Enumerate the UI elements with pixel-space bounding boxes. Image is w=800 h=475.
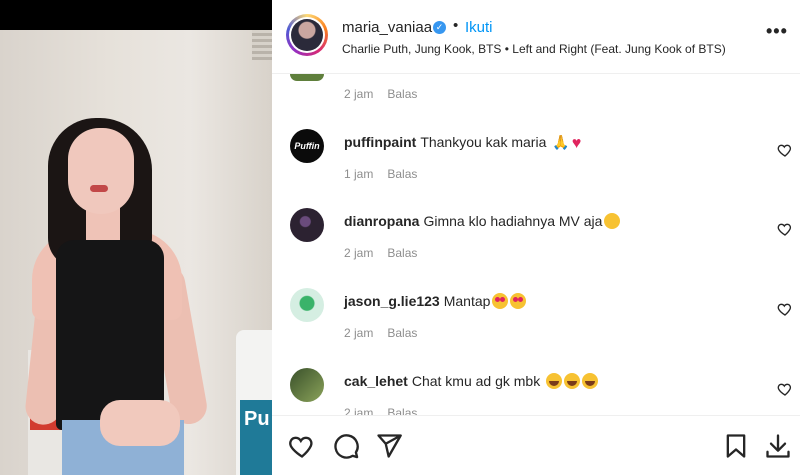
comment-list[interactable]: 2 jam Balas Puffin puffinpaint Thankyou ka…	[272, 74, 800, 415]
comment-body: jason_g.lie123 Mantap	[344, 293, 527, 309]
more-options-icon[interactable]: •••	[766, 22, 788, 40]
like-comment-heart-icon[interactable]	[777, 221, 793, 237]
reply-button[interactable]: Balas	[387, 87, 417, 101]
comment-text: Gimna klo hadiahnya MV aja	[423, 213, 603, 229]
comment-time: 2 jam	[344, 406, 374, 415]
share-icon[interactable]	[375, 432, 403, 460]
comment-avatar[interactable]	[290, 208, 324, 242]
comment-meta: 1 jam Balas	[344, 167, 417, 181]
reply-button[interactable]: Balas	[387, 246, 417, 260]
comment-meta: 2 jam Balas	[344, 326, 417, 340]
header-separator: •	[453, 17, 459, 34]
action-bar	[272, 415, 800, 475]
comment-username[interactable]: cak_lehet	[344, 373, 408, 389]
reply-button[interactable]: Balas	[387, 406, 417, 415]
person-face	[68, 128, 134, 214]
comment-row: jason_g.lie123 Mantap 2 jam Balas	[272, 288, 800, 368]
laughing-emoji-icon	[546, 373, 563, 389]
audio-info[interactable]: Charlie Puth, Jung Kook, BTS • Left and …	[342, 42, 726, 56]
comment-time: 1 jam	[344, 167, 374, 181]
comment-username[interactable]: dianropana	[344, 213, 419, 229]
reply-button[interactable]: Balas	[387, 167, 417, 181]
comment-avatar[interactable]: Puffin	[290, 129, 324, 163]
verified-badge-icon: ✓	[433, 21, 446, 34]
comment-text: Chat kmu ad gk mbk	[411, 373, 541, 389]
laughing-emoji-icon	[582, 373, 599, 389]
comment-text: Thankyou kak maria	[420, 134, 547, 150]
like-comment-heart-icon[interactable]	[777, 381, 793, 397]
smiling-face-emoji-icon	[604, 213, 621, 229]
comment-time: 2 jam	[344, 87, 374, 101]
comment-icon[interactable]	[332, 432, 360, 460]
comment-username[interactable]: jason_g.lie123	[344, 293, 440, 309]
comment-body: cak_lehet Chat kmu ad gk mbk	[344, 373, 599, 389]
pray-emoji-icon: 🙏	[552, 134, 570, 150]
comment-time: 2 jam	[344, 246, 374, 260]
heart-eyes-emoji-icon	[510, 293, 527, 309]
comment-row: dianropana Gimna klo hadiahnya MV aja 2 j…	[272, 208, 800, 288]
comment-meta: 2 jam Balas	[344, 246, 417, 260]
bookmark-icon[interactable]	[722, 432, 750, 460]
comment-avatar[interactable]	[290, 288, 324, 322]
post-header: maria_vaniaa ✓ • Ikuti Charlie Puth, Jun…	[272, 0, 800, 74]
person-lips	[90, 185, 108, 192]
post-username[interactable]: maria_vaniaa	[342, 19, 432, 36]
person-hands	[100, 400, 180, 446]
paint-bucket-text: Pu	[244, 408, 270, 430]
comment-avatar[interactable]	[290, 368, 324, 402]
download-icon[interactable]	[764, 432, 792, 460]
red-heart-emoji-icon: ♥	[571, 135, 582, 152]
heart-eyes-emoji-icon	[492, 293, 509, 309]
heart-icon[interactable]	[288, 432, 316, 460]
partial-comment-avatar	[290, 74, 324, 81]
like-comment-heart-icon[interactable]	[777, 142, 793, 158]
video-player[interactable]: Pu	[0, 0, 272, 475]
laughing-emoji-icon	[564, 373, 581, 389]
comment-time: 2 jam	[344, 326, 374, 340]
partial-comment-meta: 2 jam Balas	[344, 87, 417, 101]
like-comment-heart-icon[interactable]	[777, 301, 793, 317]
comment-row: Puffin puffinpaint Thankyou kak maria 🙏 ♥ …	[272, 129, 800, 209]
comment-text: Mantap	[443, 293, 491, 309]
window-blind	[252, 30, 272, 60]
avatar[interactable]	[291, 19, 323, 51]
comment-meta: 2 jam Balas	[344, 406, 417, 415]
follow-button[interactable]: Ikuti	[465, 19, 493, 36]
comment-body: puffinpaint Thankyou kak maria 🙏 ♥	[344, 134, 581, 153]
video-letterbox	[0, 0, 272, 30]
comment-username[interactable]: puffinpaint	[344, 134, 416, 150]
post-panel: maria_vaniaa ✓ • Ikuti Charlie Puth, Jun…	[272, 0, 800, 475]
reply-button[interactable]: Balas	[387, 326, 417, 340]
comment-body: dianropana Gimna klo hadiahnya MV aja	[344, 213, 621, 229]
comment-row: cak_lehet Chat kmu ad gk mbk 2 jam Balas	[272, 368, 800, 415]
